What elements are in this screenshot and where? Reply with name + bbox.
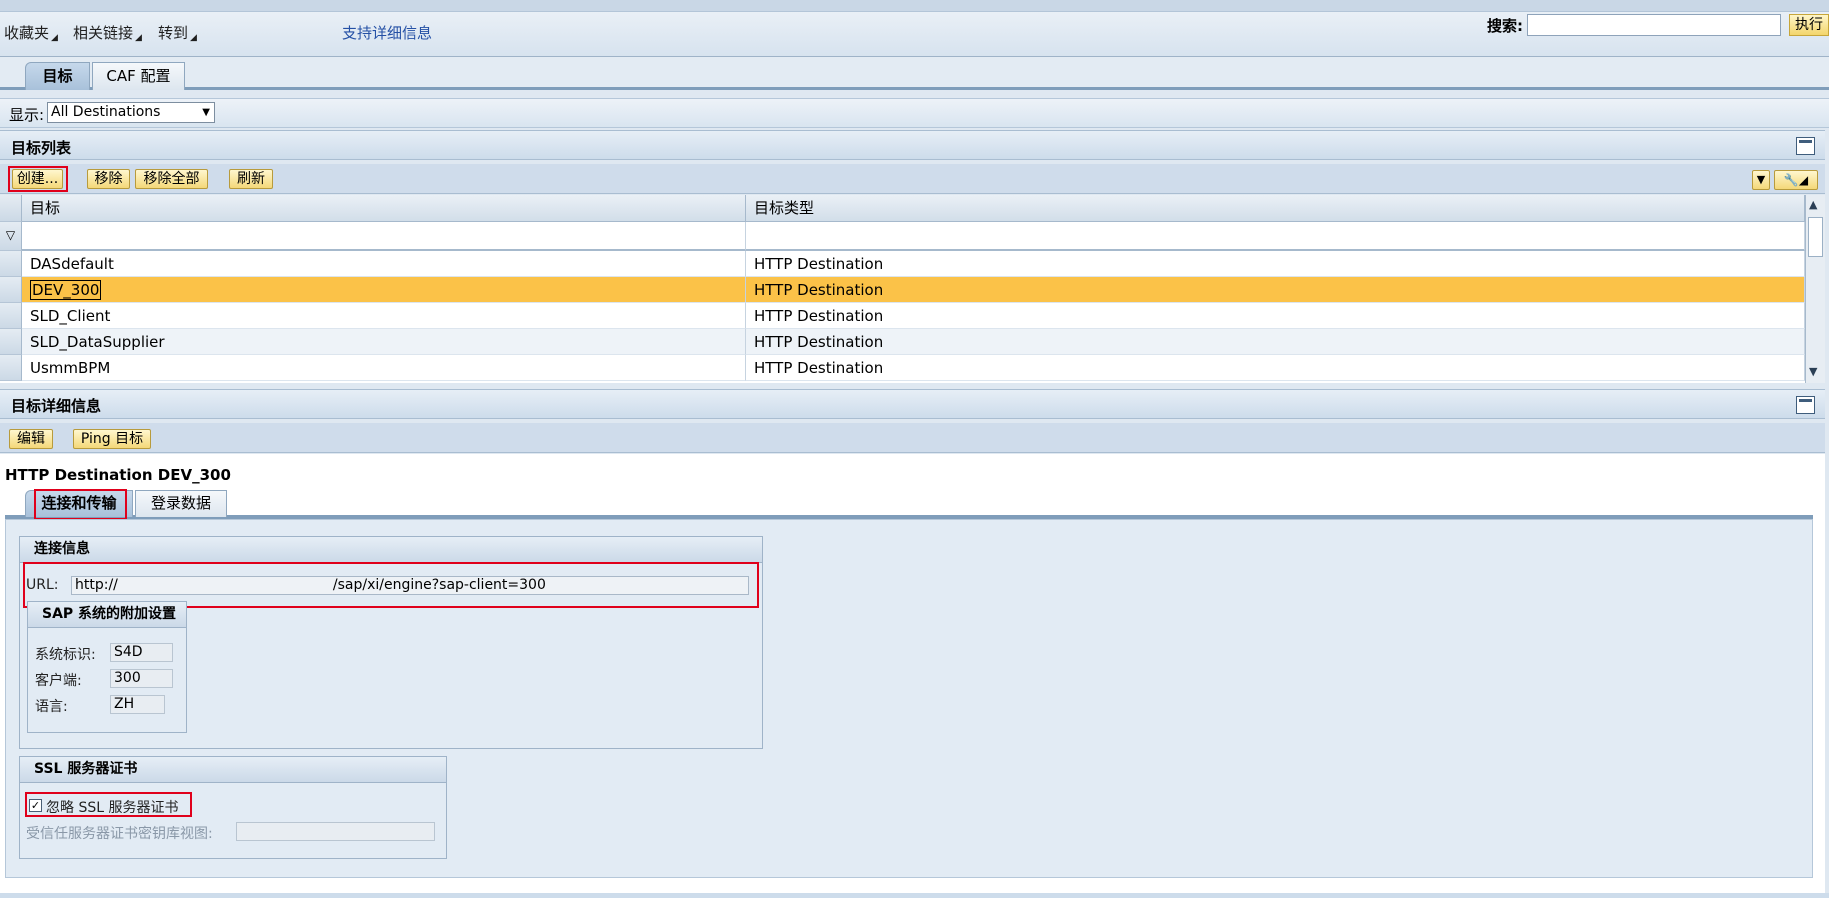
target-details-header: 目标详细信息 [0, 389, 1825, 419]
filter-cell-target[interactable] [22, 222, 746, 251]
settings-wrench-icon[interactable]: 🔧◢ [1774, 170, 1818, 190]
collapse-icon[interactable] [1796, 137, 1815, 155]
filter-icon[interactable]: ▼ [1752, 170, 1770, 190]
highlight-box [25, 792, 192, 817]
refresh-button[interactable]: 刷新 [229, 169, 273, 189]
edit-button[interactable]: 编辑 [9, 429, 53, 449]
execute-button[interactable]: 执行 [1789, 14, 1829, 36]
filter-cell-target-type[interactable] [746, 222, 1805, 251]
header-stripe [0, 0, 1829, 12]
keystore-view-label: 受信任服务器证书密钥库视图: [26, 826, 213, 842]
language-field[interactable]: ZH [110, 695, 165, 714]
bottom-border [0, 893, 1829, 898]
triangle-down-icon: ◢ [190, 33, 197, 43]
remove-button[interactable]: 移除 [87, 169, 130, 189]
tab-login-data[interactable]: 登录数据 [135, 490, 227, 517]
ping-target-button[interactable]: Ping 目标 [73, 429, 151, 449]
table-scrollbar[interactable]: ▲ ▼ [1805, 195, 1825, 383]
support-details-link[interactable]: 支持详细信息 [342, 22, 432, 43]
row-selector[interactable] [0, 277, 22, 303]
table-cell-type[interactable]: HTTP Destination [746, 355, 1805, 381]
row-selector[interactable] [0, 329, 22, 355]
row-selector[interactable] [0, 355, 22, 381]
menu-favorites-label: 收藏夹 [4, 24, 50, 42]
row-selector[interactable] [0, 303, 22, 329]
remove-all-button[interactable]: 移除全部 [135, 169, 208, 189]
selected-row-name: DEV_300 [30, 280, 102, 300]
sap-settings-title: SAP 系统的附加设置 [28, 602, 186, 628]
menu-favorites[interactable]: 收藏夹 ◢ [4, 22, 58, 43]
keystore-view-field[interactable] [236, 822, 435, 841]
destination-title: HTTP Destination DEV_300 [5, 466, 231, 484]
table-cell-type[interactable]: HTTP Destination [746, 251, 1805, 277]
column-header-target[interactable]: 目标 [22, 195, 746, 222]
table-cell-type[interactable]: HTTP Destination [746, 329, 1805, 355]
menu-goto[interactable]: 转到 ◢ [158, 22, 197, 43]
row-selector[interactable] [0, 251, 22, 277]
display-filter-bar [0, 98, 1829, 128]
language-label: 语言: [35, 699, 68, 715]
menu-goto-label: 转到 [158, 24, 189, 42]
dropdown-arrow-icon: ▼ [202, 107, 210, 118]
highlight-box [34, 489, 127, 520]
column-header-target-type[interactable]: 目标类型 [746, 195, 1805, 222]
target-list-title: 目标列表 [11, 139, 72, 157]
system-id-label: 系统标识: [35, 647, 96, 663]
table-cell-type[interactable]: HTTP Destination [746, 277, 1805, 303]
menu-related-links[interactable]: 相关链接 ◢ [73, 22, 142, 43]
target-list-toolbar [0, 164, 1825, 194]
triangle-down-icon: ◢ [51, 33, 58, 43]
table-cell-type[interactable]: HTTP Destination [746, 303, 1805, 329]
tab-target[interactable]: 目标 [25, 62, 90, 90]
detail-tab-bar [5, 489, 1813, 519]
triangle-down-icon: ◢ [135, 33, 142, 43]
table-row-selected[interactable]: DEV_300 [22, 277, 746, 303]
search-input[interactable] [1527, 14, 1781, 36]
target-details-title: 目标详细信息 [11, 397, 102, 415]
table-row[interactable]: DASdefault [22, 251, 746, 277]
target-list-header: 目标列表 [0, 130, 1825, 160]
table-row[interactable]: UsmmBPM [22, 355, 746, 381]
target-details-toolbar [0, 423, 1825, 453]
table-row[interactable]: SLD_Client [22, 303, 746, 329]
filter-row-icon[interactable]: ▽ [0, 222, 22, 251]
connection-info-title: 连接信息 [20, 537, 762, 563]
client-field[interactable]: 300 [110, 669, 173, 688]
search-label: 搜索: [1487, 17, 1523, 35]
display-select-value: All Destinations [51, 104, 161, 120]
system-id-field[interactable]: S4D [110, 643, 173, 662]
collapse-icon[interactable] [1796, 396, 1815, 414]
display-label: 显示: [9, 106, 45, 124]
scroll-up-icon[interactable]: ▲ [1809, 198, 1817, 211]
ssl-certificate-title: SSL 服务器证书 [20, 757, 446, 783]
display-select[interactable]: All Destinations ▼ [47, 102, 215, 123]
select-all-icon[interactable] [0, 195, 22, 222]
main-tab-bar [0, 57, 1829, 90]
table-row[interactable]: SLD_DataSupplier [22, 329, 746, 355]
scroll-down-icon[interactable]: ▼ [1809, 365, 1817, 378]
menu-related-links-label: 相关链接 [73, 24, 134, 42]
client-label: 客户端: [35, 673, 82, 689]
highlight-box [8, 166, 68, 192]
tab-caf-config[interactable]: CAF 配置 [92, 62, 185, 90]
scroll-thumb[interactable] [1808, 217, 1823, 257]
